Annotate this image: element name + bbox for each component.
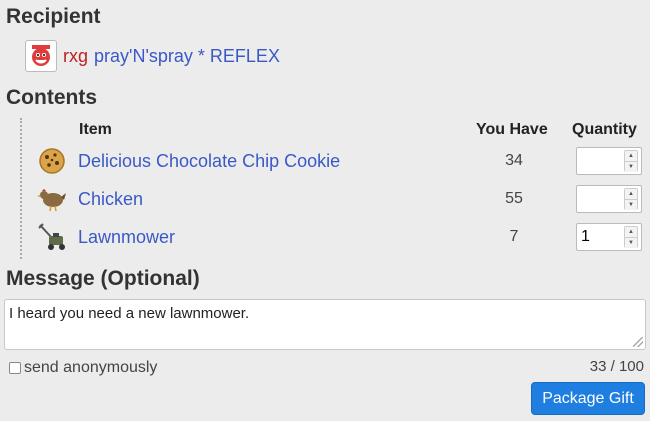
item-row: Delicious Chocolate Chip Cookie 34 ▲ ▼ bbox=[36, 144, 648, 178]
spin-up-icon[interactable]: ▲ bbox=[625, 151, 637, 161]
message-textarea[interactable]: I heard you need a new lawnmower. bbox=[4, 299, 646, 350]
lawnmower-icon bbox=[36, 221, 68, 253]
message-heading: Message (Optional) bbox=[6, 267, 200, 290]
column-header-you-have: You Have bbox=[476, 121, 548, 138]
anonymous-option[interactable]: send anonymously bbox=[9, 359, 157, 377]
spinner[interactable]: ▲ ▼ bbox=[624, 188, 638, 210]
recipient-row: rxg pray'N'spray * REFLEX bbox=[25, 40, 280, 72]
column-header-item: Item bbox=[79, 121, 112, 138]
spin-down-icon[interactable]: ▼ bbox=[625, 237, 637, 248]
spin-up-icon[interactable]: ▲ bbox=[625, 227, 637, 237]
package-gift-button[interactable]: Package Gift bbox=[531, 382, 645, 415]
quantity-stepper[interactable]: 1 ▲ ▼ bbox=[576, 223, 642, 251]
contents-heading: Contents bbox=[6, 86, 97, 109]
item-row: Lawnmower 7 1 ▲ ▼ bbox=[36, 220, 648, 254]
spin-down-icon[interactable]: ▼ bbox=[625, 199, 637, 210]
anonymous-checkbox[interactable] bbox=[9, 362, 21, 374]
chicken-icon bbox=[36, 183, 68, 215]
character-counter: 33 / 100 bbox=[589, 358, 644, 375]
message-text[interactable]: I heard you need a new lawnmower. bbox=[9, 305, 249, 322]
item-have-count: 7 bbox=[509, 228, 519, 245]
quantity-stepper[interactable]: ▲ ▼ bbox=[576, 147, 642, 175]
quantity-value[interactable]: 1 bbox=[577, 228, 624, 246]
quantity-stepper[interactable]: ▲ ▼ bbox=[576, 185, 642, 213]
cookie-icon bbox=[36, 145, 68, 177]
item-name-link[interactable]: Chicken bbox=[78, 189, 498, 210]
column-header-quantity: Quantity bbox=[572, 121, 637, 138]
resize-grip-icon[interactable] bbox=[633, 337, 643, 347]
spinner[interactable]: ▲ ▼ bbox=[624, 150, 638, 172]
recipient-clan-tag: rxg bbox=[63, 45, 89, 66]
spinner[interactable]: ▲ ▼ bbox=[624, 226, 638, 248]
kool-aid-man-icon[interactable] bbox=[25, 40, 57, 72]
item-name-link[interactable]: Lawnmower bbox=[78, 227, 498, 248]
recipient-heading: Recipient bbox=[6, 5, 101, 28]
item-row: Chicken 55 ▲ ▼ bbox=[36, 182, 648, 216]
recipient-name-link[interactable]: pray'N'spray * REFLEX bbox=[94, 46, 280, 67]
item-have-count: 34 bbox=[505, 152, 523, 169]
spin-up-icon[interactable]: ▲ bbox=[625, 189, 637, 199]
item-name-link[interactable]: Delicious Chocolate Chip Cookie bbox=[78, 151, 498, 172]
item-have-count: 55 bbox=[505, 190, 523, 207]
spin-down-icon[interactable]: ▼ bbox=[625, 161, 637, 172]
anonymous-label[interactable]: send anonymously bbox=[24, 359, 157, 377]
